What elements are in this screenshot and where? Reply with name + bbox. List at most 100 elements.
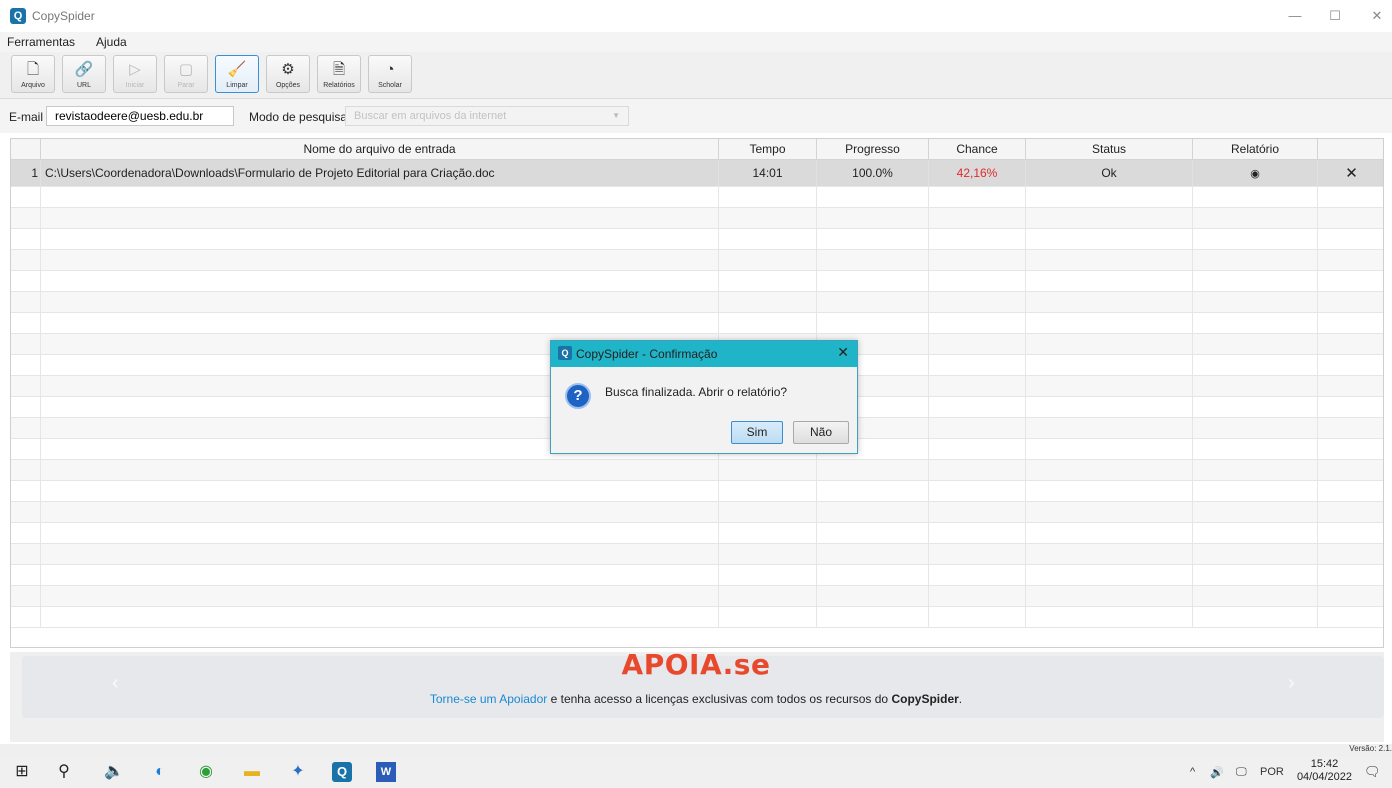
taskbar: ⊞ ⚲ 🔈 ◐ ◉ ▬ ✦ Q W — [0, 756, 1392, 788]
sim-button[interactable]: Sim — [731, 421, 783, 444]
col-status[interactable]: Status — [1026, 139, 1193, 159]
menu-ajuda[interactable]: Ajuda — [96, 35, 127, 49]
relatorios-button[interactable]: 🗎 Relatórios — [317, 55, 361, 93]
column-divider — [1025, 460, 1026, 480]
column-divider — [1317, 460, 1318, 480]
column-divider — [816, 544, 817, 564]
col-chance[interactable]: Chance — [929, 139, 1026, 159]
column-divider — [1025, 439, 1026, 459]
col-tempo[interactable]: Tempo — [719, 139, 817, 159]
menu-ferramentas[interactable]: Ferramentas — [7, 35, 75, 49]
column-divider — [928, 208, 929, 228]
column-divider — [1192, 271, 1193, 291]
column-divider — [816, 607, 817, 627]
column-divider — [816, 586, 817, 606]
column-divider — [40, 418, 41, 438]
column-divider — [928, 502, 929, 522]
chevron-right-icon[interactable]: › — [1288, 672, 1295, 695]
column-divider — [1317, 229, 1318, 249]
column-divider — [718, 292, 719, 312]
mode-select[interactable]: Buscar em arquivos da internet ▼ — [345, 106, 629, 126]
column-divider — [1192, 292, 1193, 312]
column-divider — [40, 481, 41, 501]
arquivo-button[interactable]: 🗋 Arquivo — [11, 55, 55, 93]
column-divider — [718, 208, 719, 228]
file-explorer-icon[interactable]: ▬ — [242, 762, 262, 782]
column-divider — [1192, 397, 1193, 417]
relatorios-label: Relatórios — [323, 82, 355, 89]
network-icon[interactable]: 🖵 — [1236, 766, 1247, 779]
chevron-left-icon[interactable]: ‹ — [112, 672, 119, 695]
column-divider — [1025, 607, 1026, 627]
opcoes-button[interactable]: ⚙ Opções — [266, 55, 310, 93]
clock[interactable]: 15:42 04/04/2022 — [1297, 758, 1352, 784]
col-nome[interactable]: Nome do arquivo de entrada — [41, 139, 719, 159]
column-divider — [718, 607, 719, 627]
column-divider — [1317, 355, 1318, 375]
column-divider — [816, 460, 817, 480]
banner-text-end: . — [958, 692, 963, 706]
column-divider — [1317, 565, 1318, 585]
close-window-button[interactable]: ✕ — [1362, 4, 1392, 28]
network-app-icon[interactable]: ✦ — [288, 762, 308, 782]
language-indicator[interactable]: POR — [1260, 766, 1284, 778]
column-divider — [1317, 481, 1318, 501]
dialog-title: CopySpider - Confirmação — [576, 347, 718, 361]
table-row[interactable]: 1 C:\Users\Coordenadora\Downloads\Formul… — [11, 160, 1383, 187]
speaker-app-icon[interactable]: 🔈 — [104, 762, 124, 782]
notifications-icon[interactable]: 🗨 — [1364, 764, 1381, 780]
column-divider — [40, 292, 41, 312]
column-divider — [1317, 334, 1318, 354]
nao-button[interactable]: Não — [793, 421, 849, 444]
column-divider — [928, 523, 929, 543]
column-divider — [928, 544, 929, 564]
search-icon[interactable]: ⚲ — [54, 762, 74, 782]
column-divider — [1192, 208, 1193, 228]
copyspider-app-icon[interactable]: Q — [332, 762, 352, 782]
chrome-browser-icon[interactable]: ◉ — [196, 762, 216, 782]
windows-start-icon[interactable]: ⊞ — [12, 762, 32, 782]
empty-table-row — [11, 292, 1383, 313]
column-divider — [40, 460, 41, 480]
email-field[interactable] — [46, 106, 234, 126]
maximize-button[interactable]: ☐ — [1320, 4, 1350, 28]
column-divider — [1317, 187, 1318, 207]
eye-icon[interactable]: ◉ — [1193, 160, 1318, 186]
column-divider — [718, 229, 719, 249]
minimize-button[interactable]: — — [1280, 4, 1310, 28]
remove-row-icon[interactable]: ✕ — [1318, 160, 1383, 186]
link-icon: 🔗 — [74, 61, 94, 78]
tray-chevron-icon[interactable]: ^ — [1190, 766, 1195, 778]
empty-table-row — [11, 313, 1383, 334]
col-progresso[interactable]: Progresso — [817, 139, 929, 159]
parar-button[interactable]: ▢ Parar — [164, 55, 208, 93]
row-index: 1 — [11, 160, 41, 186]
scholar-button[interactable]: ◔ Scholar — [368, 55, 412, 93]
confirmation-dialog: Q CopySpider - Confirmação ✕ ? Busca fin… — [550, 340, 858, 454]
word-app-icon[interactable]: W — [376, 762, 396, 782]
limpar-button[interactable]: 🧹 Limpar — [215, 55, 259, 93]
empty-table-row — [11, 229, 1383, 250]
column-divider — [928, 418, 929, 438]
apoiador-link[interactable]: Torne-se um Apoiador — [430, 692, 547, 706]
empty-table-row — [11, 607, 1383, 628]
col-relatorio[interactable]: Relatório — [1193, 139, 1318, 159]
url-button[interactable]: 🔗 URL — [62, 55, 106, 93]
column-divider — [1192, 586, 1193, 606]
column-divider — [1192, 460, 1193, 480]
column-divider — [1025, 250, 1026, 270]
dialog-close-icon[interactable]: ✕ — [837, 344, 849, 361]
table-header: Nome do arquivo de entrada Tempo Progres… — [11, 139, 1383, 160]
column-divider — [1317, 397, 1318, 417]
iniciar-button[interactable]: ▷ Iniciar — [113, 55, 157, 93]
column-divider — [1025, 355, 1026, 375]
question-icon: ? — [565, 383, 591, 409]
column-divider — [40, 565, 41, 585]
column-divider — [816, 502, 817, 522]
volume-icon[interactable]: 🔊 — [1210, 766, 1224, 779]
url-label: URL — [76, 82, 91, 89]
apoia-se-logo[interactable]: APOIA.se — [0, 648, 1392, 681]
edge-browser-icon[interactable]: ◐ — [150, 762, 170, 782]
toolbar: 🗋 Arquivo 🔗 URL ▷ Iniciar ▢ Parar 🧹 Limp… — [0, 52, 1392, 99]
title-bar — [0, 0, 1392, 32]
